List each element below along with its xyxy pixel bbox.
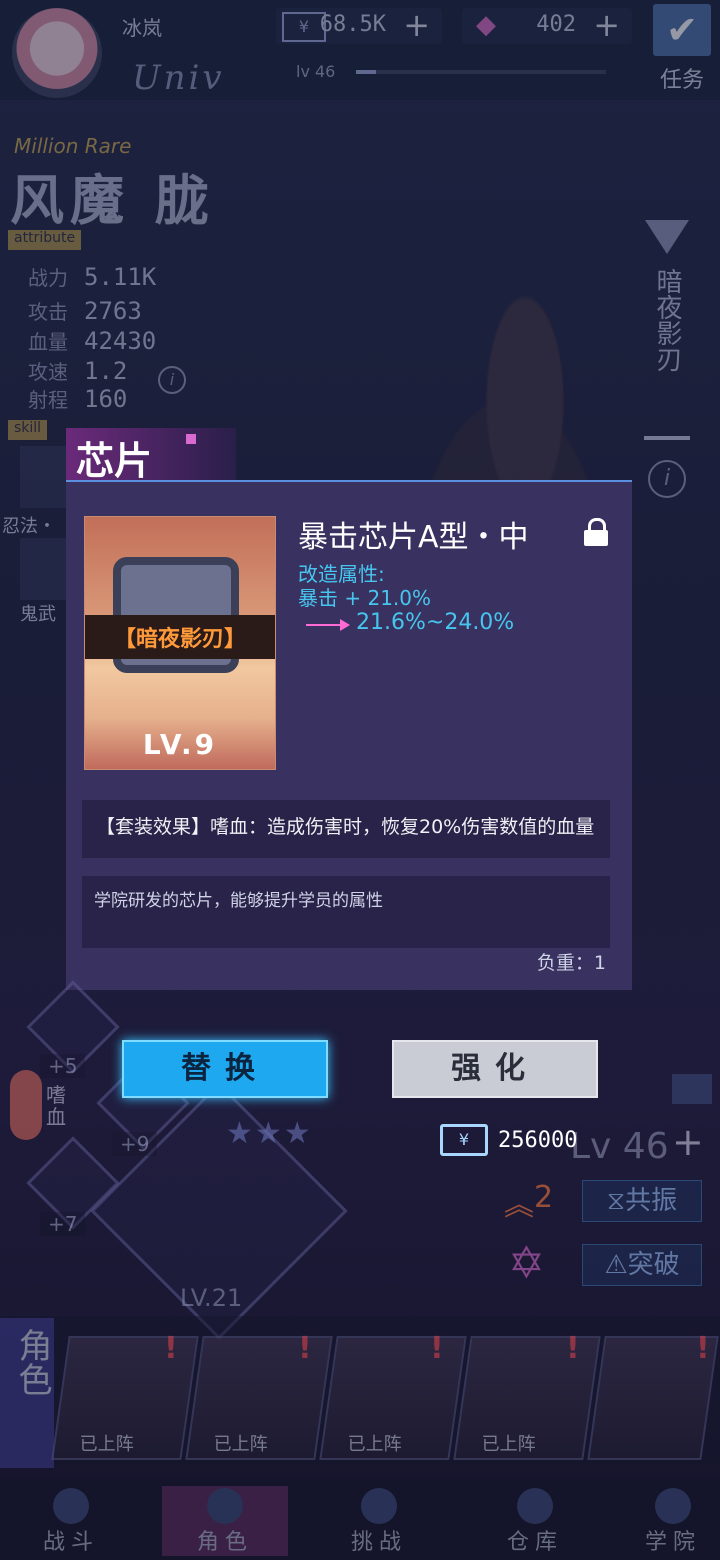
chip-item-card: 【暗夜影刃】 LV.9 (84, 516, 276, 770)
chip-name: 暴击芯片A型・中 (298, 520, 529, 555)
chip-level: LV.9 (142, 728, 218, 761)
currency-value: 68.5K (319, 12, 386, 37)
breakthrough-button[interactable]: ⚠突破 (582, 1244, 702, 1286)
set-badge-icon (10, 1070, 42, 1140)
skill-icon[interactable] (20, 446, 68, 508)
cost-value: 256000 (498, 1127, 578, 1153)
chip-detail-modal: 【暗夜影刃】 LV.9 暴击芯片A型・中 改造属性: 暴击 + 21.0% 21… (66, 480, 632, 990)
stat-row: 攻击 2763 (28, 297, 142, 325)
slot-level: +5 (40, 1054, 86, 1078)
description-box: 学院研发的芯片，能够提升学员的属性 (82, 876, 610, 948)
enhance-button[interactable]: 强化 (392, 1040, 598, 1098)
slot-level: +7 (40, 1212, 86, 1236)
guild-name: Univ (132, 58, 225, 98)
mod-value: 暴击 + 21.0% (298, 586, 432, 610)
lightning-icon (361, 1488, 397, 1524)
gem-counter: ◆ 402 + (462, 6, 632, 44)
nav-academy[interactable]: 学院 (610, 1486, 720, 1556)
level-label: lv 46 (296, 62, 336, 81)
player-name: 冰岚 (122, 16, 162, 40)
star-rating-icon: ★★★ (226, 1116, 313, 1151)
set-effect-box: 【套装效果】嗜血：造成伤害时，恢复20%伤害数值的血量 (82, 800, 610, 858)
character-level: Lv 46 (570, 1126, 669, 1167)
set-name-band: 【暗夜影刃】 (85, 615, 275, 659)
slot-level: +9 (112, 1132, 158, 1156)
skill-name: 忍法・ (2, 516, 56, 537)
stat-row: 战力 5.11K (28, 263, 157, 291)
chip-panel-header: 芯片 (66, 428, 236, 483)
nav-storage[interactable]: 仓库 (472, 1486, 598, 1556)
task-button[interactable]: ✔ 任务 (648, 4, 716, 100)
coin-icon: ¥ (440, 1124, 488, 1156)
skill-icon[interactable] (20, 538, 68, 600)
level-fill (356, 70, 376, 74)
checkmark-icon: ✔ (653, 4, 711, 56)
globe-icon (53, 1488, 89, 1524)
alert-badge-icon: ! (164, 1331, 178, 1366)
level-up-button[interactable]: + (672, 1120, 704, 1164)
divider (644, 436, 690, 440)
chip-panel-title: 芯片 (76, 439, 153, 483)
replace-button[interactable]: 替换 (122, 1040, 328, 1098)
people-icon (207, 1488, 243, 1524)
stat-row: 血量 42430 (28, 327, 157, 355)
mod-range: 21.6%~24.0% (356, 610, 515, 635)
level-bar: lv 46 (296, 62, 606, 82)
alert-badge-icon: ! (430, 1331, 444, 1366)
description-text: 学院研发的芯片，能够提升学员的属性 (94, 891, 383, 911)
player-avatar[interactable] (12, 8, 102, 98)
task-label: 任务 (659, 68, 704, 93)
alert-badge-icon: ! (298, 1331, 312, 1366)
alert-badge-icon: ! (566, 1331, 580, 1366)
add-currency-button[interactable]: + (403, 6, 430, 44)
hero-card[interactable]: 已上阵 (319, 1336, 467, 1460)
attribute-section-label: attribute (8, 230, 82, 250)
stat-row: 射程 160 (28, 385, 128, 413)
hexagram-icon: ✡ (508, 1238, 545, 1289)
rarity-label: Million Rare (14, 134, 132, 158)
unlock-icon[interactable] (584, 518, 608, 546)
refresh-icon (655, 1488, 691, 1524)
star-count: 2 (534, 1180, 554, 1215)
side-title: 暗夜影刃 (640, 220, 694, 372)
arrow-right-icon (306, 619, 350, 631)
alert-badge-icon: ! (696, 1331, 710, 1366)
bloodthirst-label: 嗜血 (46, 1083, 66, 1129)
triangle-emblem-icon (645, 220, 689, 254)
weight-label: 负重：1 (536, 952, 606, 974)
level-track (356, 70, 606, 74)
chip-set-name: 【暗夜影刃】 (113, 627, 246, 652)
skill-section-label: skill (8, 420, 48, 440)
outfit-icon[interactable] (672, 1074, 712, 1104)
skill-name: 鬼武 (20, 604, 56, 625)
gem-icon: ◆ (476, 10, 496, 40)
character-name: 风魔 胧 (10, 169, 215, 232)
decor-square (186, 434, 196, 444)
set-effect-text: 【套装效果】嗜血：造成伤害时，恢复20%伤害数值的血量 (96, 816, 595, 838)
gem-value: 402 (536, 12, 576, 37)
chevron-up-icon: ︽ (504, 1188, 534, 1223)
roster-tab[interactable]: 角色 (0, 1318, 54, 1468)
add-gem-button[interactable]: + (593, 6, 620, 44)
resonance-button[interactable]: ⧖共振 (582, 1180, 702, 1222)
cube-icon (517, 1488, 553, 1524)
currency-counter: ¥ 68.5K + (276, 6, 442, 44)
stats-info-icon[interactable]: i (158, 366, 186, 394)
nav-challenge[interactable]: 挑战 (316, 1486, 442, 1556)
stat-row: 攻速 1.2 (28, 357, 128, 385)
weapon-level: LV.21 (180, 1284, 243, 1312)
enhance-cost: ¥256000 (440, 1124, 577, 1156)
nav-character[interactable]: 角色 (162, 1486, 288, 1556)
info-icon[interactable]: i (648, 460, 686, 498)
nav-battle[interactable]: 战斗 (8, 1486, 134, 1556)
